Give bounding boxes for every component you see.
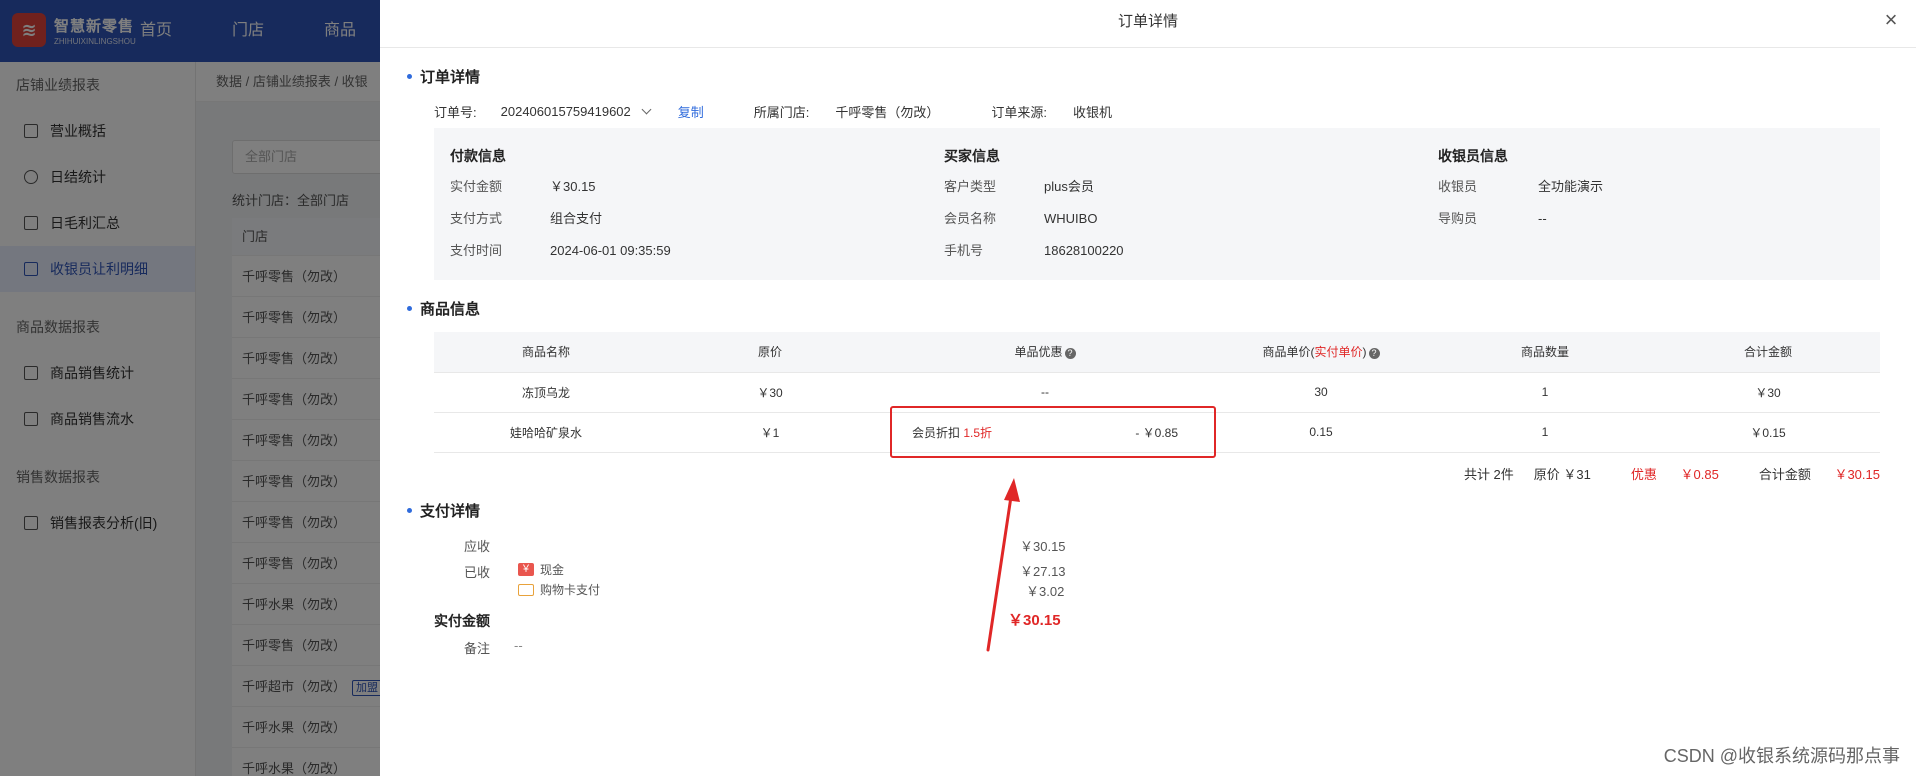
bullet-icon (407, 74, 412, 79)
annotation-highlight-box (890, 406, 1216, 458)
col-item-discount: 单品优惠? (882, 332, 1208, 373)
bullet-icon (407, 508, 412, 513)
pay-method-value: 组合支付 (550, 211, 603, 226)
paid-amount-label: 实付金额 (450, 179, 503, 194)
watermark: CSDN @收银系统源码那点事 (1663, 746, 1900, 766)
receivable-value: ￥30.15 (1020, 539, 1066, 554)
buyer-info-title: 买家信息 (944, 148, 1000, 164)
cashier-info: 收银员信息 收银员 全功能演示 导购员 -- (1438, 146, 1603, 242)
order-detail-drawer: 订单详情 × 订单详情 订单号: 202406015759419602 复制 所… (380, 0, 1916, 776)
phone-label: 手机号 (944, 243, 984, 258)
section-order-detail: 订单详情 (407, 66, 480, 87)
bullet-icon (407, 306, 412, 311)
paid-amount-value: ￥30.15 (550, 179, 596, 194)
store-value: 千呼零售（勿改） (835, 105, 940, 120)
summary-total: 合计金额 ￥30.15 (1758, 467, 1880, 482)
pay-time-value: 2024-06-01 09:35:59 (550, 243, 671, 258)
pay-card: 购物卡支付 (518, 581, 600, 598)
order-meta-line: 订单号: 202406015759419602 复制 所属门店: 千呼零售（勿改… (434, 102, 1112, 121)
summary-count: 共计 2件 (1463, 467, 1514, 482)
customer-type-value: plus会员 (1044, 179, 1094, 194)
col-quantity: 商品数量 (1434, 332, 1656, 373)
section-goods-info: 商品信息 (407, 298, 480, 319)
pay-cash: ￥ 现金 (518, 561, 564, 578)
remark-label: 备注 (464, 641, 491, 656)
payment-info: 付款信息 实付金额 ￥30.15 支付方式 组合支付 支付时间 2024-06-01 … (450, 146, 671, 274)
guide-label: 导购员 (1438, 211, 1478, 226)
paid-value: ￥30.15 (1008, 612, 1061, 629)
source-label: 订单来源: (991, 105, 1048, 120)
phone-value: 18628100220 (1044, 243, 1124, 258)
store-label: 所属门店: (753, 105, 810, 120)
cashier-info-title: 收银员信息 (1438, 148, 1508, 164)
col-total: 合计金额 (1656, 332, 1880, 373)
chevron-down-icon[interactable] (641, 104, 652, 115)
buyer-info: 买家信息 客户类型 plus会员 会员名称 WHUIBO 手机号 1862810022… (944, 146, 1124, 274)
pay-time-label: 支付时间 (450, 243, 503, 258)
goods-summary: 共计 2件 原价 ￥31 优惠 ￥0.85 合计金额 ￥30.15 (1444, 464, 1880, 483)
order-no: 202406015759419602 (500, 104, 631, 119)
cashier-value: 全功能演示 (1538, 179, 1604, 194)
source-value: 收银机 (1073, 105, 1113, 120)
drawer-title: 订单详情 (1117, 13, 1178, 30)
help-icon[interactable]: ? (1064, 348, 1076, 360)
card-value: ￥3.02 (1026, 584, 1065, 599)
copy-link[interactable]: 复制 (678, 102, 704, 121)
customer-type-label: 客户类型 (944, 179, 997, 194)
cash-icon: ￥ (518, 563, 534, 576)
close-icon[interactable]: × (1878, 8, 1904, 34)
summary-original: 原价 ￥31 (1533, 467, 1591, 482)
summary-discount: 优惠 ￥0.85 (1630, 467, 1719, 482)
guide-value: -- (1538, 211, 1547, 226)
pay-method-label: 支付方式 (450, 211, 503, 226)
help-icon[interactable]: ? (1368, 348, 1380, 360)
remark-value: -- (514, 638, 523, 653)
cash-value: ￥27.13 (1020, 564, 1066, 579)
cashier-label: 收银员 (1438, 179, 1478, 194)
member-name-value: WHUIBO (1044, 211, 1098, 226)
order-info-box: 付款信息 实付金额 ￥30.15 支付方式 组合支付 支付时间 2024-06-01 … (434, 128, 1880, 280)
payment-info-title: 付款信息 (450, 148, 506, 164)
member-name-label: 会员名称 (944, 211, 997, 226)
order-no-label: 订单号: (434, 105, 477, 120)
paid-label: 实付金额 (434, 613, 490, 629)
col-unit-price: 商品单价(实付单价)? (1208, 332, 1434, 373)
section-pay-detail: 支付详情 (407, 500, 480, 521)
receivable-label: 应收 (464, 539, 491, 554)
received-label: 已收 (464, 565, 491, 580)
col-original-price: 原价 (658, 332, 882, 373)
card-icon (518, 583, 534, 596)
col-goods-name: 商品名称 (434, 332, 658, 373)
